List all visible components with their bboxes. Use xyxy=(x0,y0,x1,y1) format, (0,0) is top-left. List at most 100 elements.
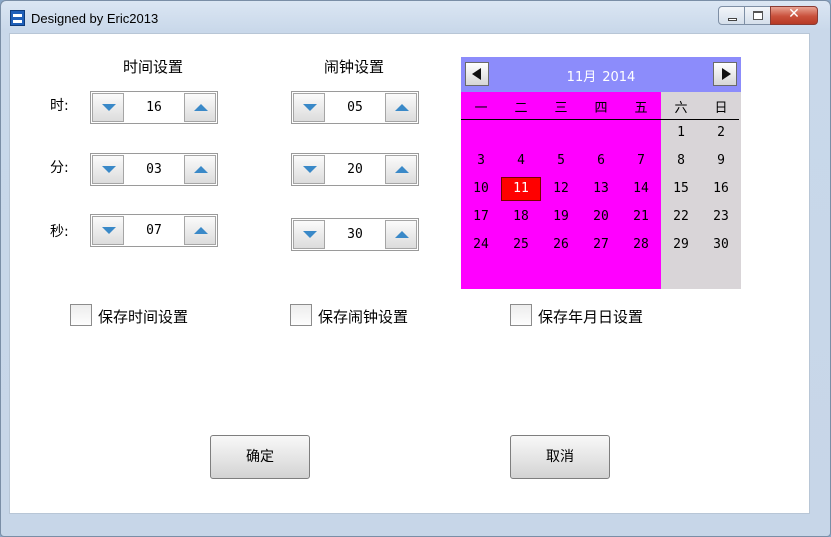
time-minute-decrement-button[interactable] xyxy=(92,155,124,184)
calendar-day[interactable]: 29 xyxy=(661,233,701,257)
arrow-down-icon xyxy=(102,166,116,173)
window-title: Designed by Eric2013 xyxy=(31,11,159,26)
arrow-up-icon xyxy=(194,166,208,173)
save-alarm-checkbox-box[interactable] xyxy=(290,304,312,326)
calendar-day[interactable]: 5 xyxy=(541,149,581,173)
calendar-day[interactable]: 8 xyxy=(661,149,701,173)
save-alarm-checkbox-label: 保存闹钟设置 xyxy=(318,308,409,326)
calendar-day[interactable]: 15 xyxy=(661,177,701,201)
arrow-down-icon xyxy=(303,166,317,173)
calendar-month: 11月 xyxy=(566,70,597,85)
minimize-button[interactable] xyxy=(718,6,745,25)
calendar-day[interactable]: 25 xyxy=(501,233,541,257)
calendar-day[interactable]: 28 xyxy=(621,233,661,257)
save-time-checkbox[interactable]: 保存时间设置 xyxy=(70,304,210,328)
calendar-day[interactable]: 7 xyxy=(621,149,661,173)
arrow-down-icon xyxy=(102,104,116,111)
time-minute-value[interactable]: 03 xyxy=(125,162,183,177)
calendar-widget[interactable]: 11月 2014 一二三四五六日 1 2 3 4 5 6 7 8 9 10 11 12 13 14 15 16 17… xyxy=(461,57,741,289)
alarm-minute-spinbox[interactable]: 20 xyxy=(291,153,419,186)
arrow-down-icon xyxy=(303,231,317,238)
calendar-day[interactable]: 3 xyxy=(461,149,501,173)
time-hour-increment-button[interactable] xyxy=(184,93,216,122)
alarm-minute-decrement-button[interactable] xyxy=(293,155,325,184)
time-minute-spinbox[interactable]: 03 xyxy=(90,153,218,186)
minimize-icon xyxy=(728,18,737,21)
calendar-day[interactable]: 1 xyxy=(661,121,701,145)
calendar-day[interactable]: 24 xyxy=(461,233,501,257)
calendar-month-year: 11月 2014 xyxy=(461,66,741,85)
arrow-up-icon xyxy=(395,104,409,111)
calendar-day-selected[interactable]: 11 xyxy=(501,177,541,201)
arrow-up-icon xyxy=(194,227,208,234)
time-hour-spinbox[interactable]: 16 xyxy=(90,91,218,124)
alarm-second-spinbox[interactable]: 30 xyxy=(291,218,419,251)
calendar-header-rule xyxy=(461,119,739,120)
alarm-hour-value[interactable]: 05 xyxy=(326,100,384,115)
calendar-day[interactable]: 23 xyxy=(701,205,741,229)
time-settings-heading: 时间设置 xyxy=(123,58,184,76)
hour-label: 时: xyxy=(50,98,69,114)
title-bar[interactable]: Designed by Eric2013 ✕ xyxy=(1,1,830,33)
calendar-day[interactable]: 20 xyxy=(581,205,621,229)
save-time-checkbox-box[interactable] xyxy=(70,304,92,326)
time-minute-increment-button[interactable] xyxy=(184,155,216,184)
calendar-day[interactable]: 27 xyxy=(581,233,621,257)
calendar-day[interactable]: 13 xyxy=(581,177,621,201)
calendar-day[interactable]: 22 xyxy=(661,205,701,229)
alarm-minute-increment-button[interactable] xyxy=(385,155,417,184)
time-hour-value[interactable]: 16 xyxy=(125,100,183,115)
calendar-day[interactable]: 2 xyxy=(701,121,741,145)
alarm-hour-decrement-button[interactable] xyxy=(293,93,325,122)
triangle-right-icon xyxy=(722,68,731,80)
time-second-value[interactable]: 07 xyxy=(125,223,183,238)
save-date-checkbox-label: 保存年月日设置 xyxy=(538,308,644,326)
ok-button[interactable]: 确定 xyxy=(210,435,310,479)
calendar-day[interactable]: 18 xyxy=(501,205,541,229)
calendar-year: 2014 xyxy=(602,70,636,85)
second-label: 秒: xyxy=(50,224,69,240)
alarm-second-decrement-button[interactable] xyxy=(293,220,325,249)
calendar-day[interactable]: 9 xyxy=(701,149,741,173)
app-window: Designed by Eric2013 ✕ 时间设置 时: 分: 秒: 16 … xyxy=(0,0,831,537)
close-button[interactable]: ✕ xyxy=(770,6,818,25)
save-date-checkbox[interactable]: 保存年月日设置 xyxy=(510,304,670,328)
maximize-button[interactable] xyxy=(744,6,771,25)
alarm-hour-increment-button[interactable] xyxy=(385,93,417,122)
calendar-day[interactable]: 6 xyxy=(581,149,621,173)
arrow-up-icon xyxy=(194,104,208,111)
save-date-checkbox-box[interactable] xyxy=(510,304,532,326)
time-second-spinbox[interactable]: 07 xyxy=(90,214,218,247)
minute-label: 分: xyxy=(50,160,69,176)
calendar-weekday-header: 五 xyxy=(634,101,648,116)
calendar-day[interactable]: 4 xyxy=(501,149,541,173)
alarm-settings-heading: 闹钟设置 xyxy=(324,58,385,76)
calendar-day[interactable]: 30 xyxy=(701,233,741,257)
dialog-content: 时间设置 时: 分: 秒: 16 03 07 闹钟设置 05 20 30 11月… xyxy=(9,33,810,514)
time-hour-decrement-button[interactable] xyxy=(92,93,124,122)
calendar-day[interactable]: 26 xyxy=(541,233,581,257)
app-logo-icon xyxy=(10,10,25,26)
calendar-day[interactable]: 21 xyxy=(621,205,661,229)
calendar-header: 11月 2014 xyxy=(461,57,741,92)
alarm-minute-value[interactable]: 20 xyxy=(326,162,384,177)
calendar-weekday-header: 一 xyxy=(474,101,488,116)
next-month-button[interactable] xyxy=(713,62,737,86)
calendar-day[interactable]: 10 xyxy=(461,177,501,201)
calendar-weekday-header: 日 xyxy=(714,101,728,116)
cancel-button[interactable]: 取消 xyxy=(510,435,610,479)
alarm-second-value[interactable]: 30 xyxy=(326,227,384,242)
time-second-decrement-button[interactable] xyxy=(92,216,124,245)
calendar-day[interactable]: 12 xyxy=(541,177,581,201)
arrow-down-icon xyxy=(303,104,317,111)
alarm-second-increment-button[interactable] xyxy=(385,220,417,249)
calendar-day[interactable]: 17 xyxy=(461,205,501,229)
alarm-hour-spinbox[interactable]: 05 xyxy=(291,91,419,124)
calendar-day[interactable]: 19 xyxy=(541,205,581,229)
calendar-day[interactable]: 14 xyxy=(621,177,661,201)
calendar-weekday-header: 三 xyxy=(554,101,568,116)
save-alarm-checkbox[interactable]: 保存闹钟设置 xyxy=(290,304,430,328)
calendar-day[interactable]: 16 xyxy=(701,177,741,201)
close-icon: ✕ xyxy=(788,6,800,22)
time-second-increment-button[interactable] xyxy=(184,216,216,245)
